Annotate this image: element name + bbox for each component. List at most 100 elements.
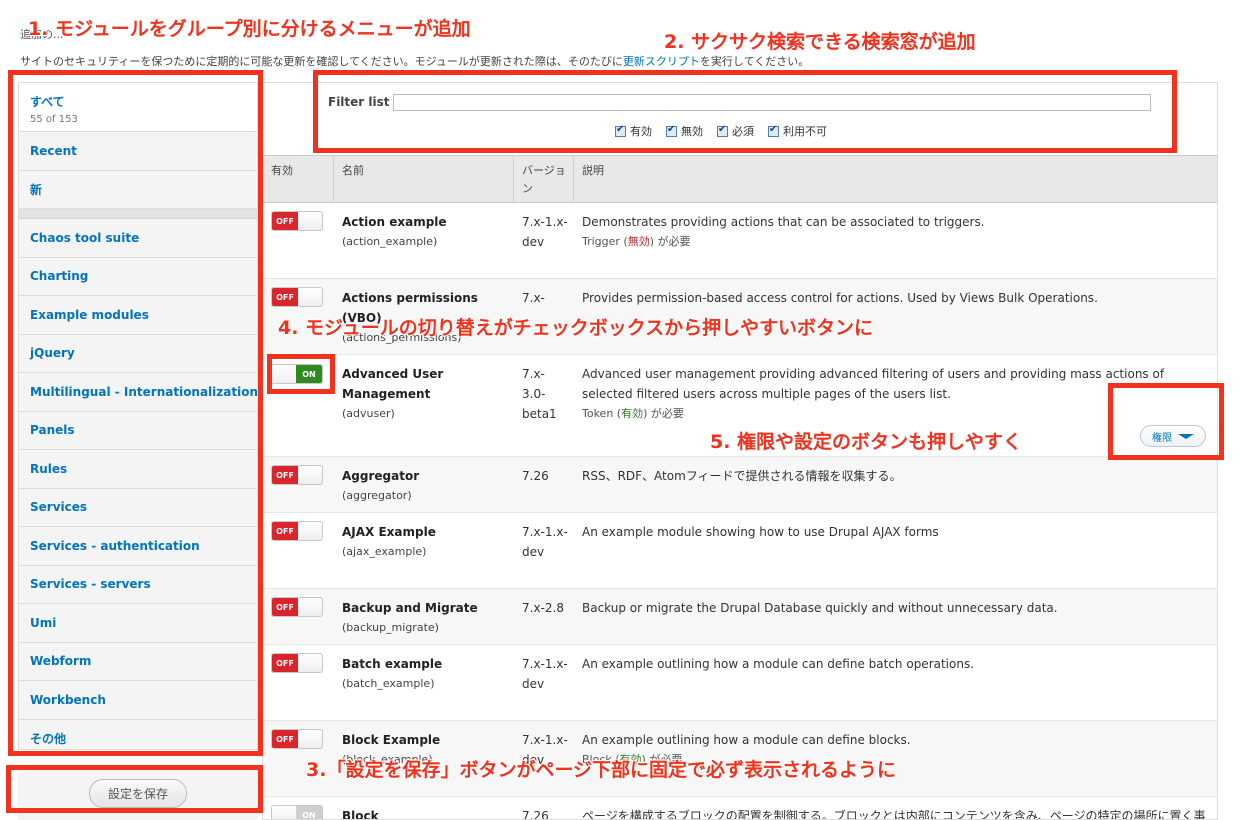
toggle-off-label: OFF bbox=[272, 466, 298, 484]
sidebar-item-all[interactable]: すべて 55 of 153 bbox=[19, 83, 257, 132]
module-description-text: Advanced user management providing advan… bbox=[582, 367, 1165, 401]
module-title: Batch example bbox=[342, 657, 443, 671]
header-divider bbox=[573, 155, 574, 203]
module-description-text: An example outlining how a module can de… bbox=[582, 657, 975, 671]
module-machine-name: (aggregator) bbox=[342, 489, 412, 502]
sidebar-item-services-authentication[interactable]: Services - authentication bbox=[19, 527, 257, 566]
sidebar-item-services-servers[interactable]: Services - servers bbox=[19, 566, 257, 604]
requirement-suffix: ) が必要 bbox=[643, 407, 684, 420]
module-name: Advanced User Management (advuser) bbox=[342, 364, 512, 424]
dropdown-arrow-icon bbox=[1178, 433, 1194, 439]
module-name: Backup and Migrate (backup_migrate) bbox=[342, 598, 512, 638]
module-machine-name: (action_example) bbox=[342, 235, 438, 248]
annotation-2: 2. サクサク検索できる検索窓が追加 bbox=[664, 31, 976, 53]
filter-unavailable-label: 利用不可 bbox=[783, 125, 827, 138]
module-toggle-on[interactable]: ON bbox=[271, 364, 323, 384]
module-version: 7.x-2.8 bbox=[522, 601, 564, 615]
toggle-off-label: OFF bbox=[272, 730, 298, 748]
module-description-text: Provides permission-based access control… bbox=[582, 291, 1098, 305]
permissions-label: 権限 bbox=[1152, 432, 1172, 444]
module-group-menu: すべて 55 of 153 Recent 新 Chaos tool suite … bbox=[18, 82, 258, 750]
sidebar-item-other[interactable]: その他 bbox=[19, 720, 257, 750]
filter-input[interactable] bbox=[393, 94, 1151, 111]
filter-unavailable-checkbox[interactable]: 利用不可 bbox=[768, 123, 827, 139]
module-toggle-off[interactable]: OFF bbox=[271, 729, 323, 749]
module-title: Block bbox=[342, 809, 379, 820]
header-divider bbox=[513, 155, 514, 203]
module-description: RSS、RDF、Atomフィードで提供される情報を収集する。 bbox=[582, 466, 1212, 486]
sidebar-item-example-modules[interactable]: Example modules bbox=[19, 296, 257, 335]
module-name: Action example (action_example) bbox=[342, 212, 512, 252]
save-button[interactable]: 設定を保存 bbox=[88, 778, 187, 808]
module-description-text: An example module showing how to use Dru… bbox=[582, 525, 939, 539]
checkbox-icon bbox=[768, 124, 779, 137]
toggle-on-label: ON bbox=[296, 806, 322, 819]
module-description-text: Backup or migrate the Drupal Database qu… bbox=[582, 601, 1058, 615]
header-name[interactable]: 名前 bbox=[342, 162, 364, 180]
module-requirement: Token (有効) が必要 bbox=[582, 404, 1212, 424]
module-title: Advanced User Management bbox=[342, 367, 444, 401]
save-bar: 設定を保存 bbox=[18, 765, 258, 820]
sidebar-item-multilingual[interactable]: Multilingual - Internationalization bbox=[19, 373, 257, 412]
toggle-off-label: OFF bbox=[272, 212, 298, 230]
toggle-off-label: OFF bbox=[272, 654, 298, 672]
filter-disabled-checkbox[interactable]: 無効 bbox=[666, 123, 703, 139]
module-description-text: ページを構成するブロックの配置を制御する。ブロックとは内部にコンテンツを含み、ペ… bbox=[582, 809, 1206, 820]
table-row: OFF Action example (action_example) 7.x-1… bbox=[263, 203, 1217, 279]
module-title: Backup and Migrate bbox=[342, 601, 478, 615]
header-enabled[interactable]: 有効 bbox=[271, 162, 293, 180]
module-description: An example module showing how to use Dru… bbox=[582, 522, 1212, 542]
table-row: ON Block 7.26 ページを構成するブロックの配置を制御する。ブロックと… bbox=[263, 797, 1217, 820]
table-row: OFF Backup and Migrate (backup_migrate) 7… bbox=[263, 589, 1217, 645]
permissions-button[interactable]: 権限 bbox=[1140, 425, 1206, 447]
sidebar-item-panels[interactable]: Panels bbox=[19, 412, 257, 450]
filter-label: Filter list bbox=[328, 95, 390, 109]
module-toggle-off[interactable]: OFF bbox=[271, 521, 323, 541]
module-machine-name: (advuser) bbox=[342, 407, 395, 420]
module-description: An example outlining how a module can de… bbox=[582, 654, 1212, 674]
module-version: 7.x-1.x-dev bbox=[522, 657, 568, 691]
module-requirement: Trigger (無効) が必要 bbox=[582, 232, 1212, 252]
module-description-text: RSS、RDF、Atomフィードで提供される情報を収集する。 bbox=[582, 469, 902, 483]
sidebar-item-webform[interactable]: Webform bbox=[19, 643, 257, 681]
module-toggle-off[interactable]: OFF bbox=[271, 211, 323, 231]
header-version[interactable]: バージョン bbox=[522, 162, 566, 198]
module-toggle-off[interactable]: OFF bbox=[271, 287, 323, 307]
filter-required-checkbox[interactable]: 必須 bbox=[717, 123, 754, 139]
module-title: Aggregator bbox=[342, 469, 420, 483]
sidebar-item-workbench[interactable]: Workbench bbox=[19, 681, 257, 720]
module-machine-name: (ajax_example) bbox=[342, 545, 427, 558]
table-row: OFF Aggregator (aggregator) 7.26 RSS、RDF、… bbox=[263, 457, 1217, 513]
requirement-prefix: Token ( bbox=[582, 407, 622, 420]
sidebar-item-rules[interactable]: Rules bbox=[19, 450, 257, 489]
module-version: 7.x- bbox=[522, 291, 545, 305]
module-toggle-off[interactable]: OFF bbox=[271, 465, 323, 485]
sidebar-item-umi[interactable]: Umi bbox=[19, 604, 257, 643]
sidebar-item-new[interactable]: 新 bbox=[19, 171, 257, 209]
module-toggle-locked[interactable]: ON bbox=[271, 805, 323, 819]
filter-disabled-label: 無効 bbox=[681, 125, 703, 138]
module-toggle-off[interactable]: OFF bbox=[271, 653, 323, 673]
module-description: Provides permission-based access control… bbox=[582, 288, 1212, 308]
filter-enabled-label: 有効 bbox=[630, 125, 652, 138]
module-toggle-off[interactable]: OFF bbox=[271, 597, 323, 617]
table-row: OFF Batch example (batch_example) 7.x-1.x… bbox=[263, 645, 1217, 721]
module-name: Block bbox=[342, 806, 512, 820]
sidebar-item-charting[interactable]: Charting bbox=[19, 258, 257, 296]
sidebar-item-chaos-tool-suite[interactable]: Chaos tool suite bbox=[19, 219, 257, 258]
update-script-link[interactable]: 更新スクリプト bbox=[623, 55, 700, 68]
sidebar-item-services[interactable]: Services bbox=[19, 489, 257, 527]
sidebar-item-recent[interactable]: Recent bbox=[19, 132, 257, 171]
requirement-status: 無効 bbox=[627, 235, 650, 248]
filter-enabled-checkbox[interactable]: 有効 bbox=[615, 123, 652, 139]
requirement-prefix: Trigger ( bbox=[582, 235, 628, 248]
header-description[interactable]: 説明 bbox=[582, 162, 604, 180]
module-machine-name: (batch_example) bbox=[342, 677, 435, 690]
sidebar-item-jquery[interactable]: jQuery bbox=[19, 335, 257, 373]
checkbox-icon bbox=[615, 124, 626, 137]
module-version: 7.x-1.x-dev bbox=[522, 215, 568, 249]
update-notice: サイトのセキュリティーを保つために定期的に可能な更新を確認してください。モジュー… bbox=[20, 53, 809, 69]
annotation-1: 1. モジュールをグループ別に分けるメニューが追加 bbox=[28, 18, 471, 40]
module-description: ページを構成するブロックの配置を制御する。ブロックとは内部にコンテンツを含み、ペ… bbox=[582, 806, 1214, 820]
checkbox-icon bbox=[717, 124, 728, 137]
